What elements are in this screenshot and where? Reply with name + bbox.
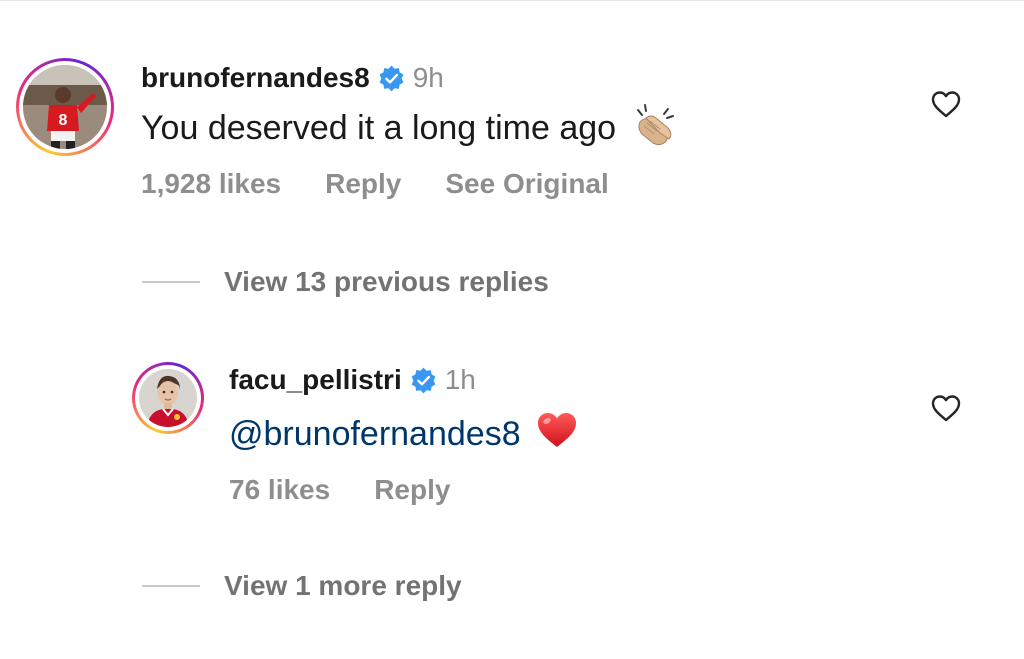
thread-divider xyxy=(142,281,200,283)
view-more-replies-button[interactable]: View 1 more reply xyxy=(142,566,462,606)
comment-header: facu_pellistri 1h xyxy=(229,360,476,400)
clapping-hands-icon xyxy=(630,100,678,157)
likes-count[interactable]: 1,928 likes xyxy=(141,168,281,200)
reply-button[interactable]: Reply xyxy=(374,474,450,506)
comment-facu_pellistri: facu_pellistri 1h @brunofernandes8 76 li… xyxy=(0,356,1024,526)
likes-count[interactable]: 76 likes xyxy=(229,474,330,506)
view-previous-replies-button[interactable]: View 13 previous replies xyxy=(142,262,549,302)
mention-link[interactable]: @brunofernandes8 xyxy=(229,415,521,454)
view-more-replies-label: View 1 more reply xyxy=(224,570,462,601)
comment-text: You deserved it a long time ago xyxy=(141,103,678,152)
red-heart-icon xyxy=(535,410,579,459)
avatar-story-ring[interactable]: 8 xyxy=(16,58,114,156)
comment-brunofernandes8: 8 brunofernandes8 9h You deserved it a l… xyxy=(0,52,1024,222)
avatar xyxy=(139,369,197,427)
comment-actions: 76 likes Reply xyxy=(229,474,494,506)
timestamp: 1h xyxy=(444,364,476,395)
timestamp: 9h xyxy=(412,62,444,93)
thread-divider xyxy=(142,585,200,587)
comment-text: @brunofernandes8 xyxy=(229,410,579,458)
comment-header: brunofernandes8 9h xyxy=(141,58,444,98)
comment-actions: 1,928 likes Reply See Original xyxy=(141,168,653,200)
avatar: 8 xyxy=(23,65,107,149)
reply-button[interactable]: Reply xyxy=(325,168,401,200)
top-divider xyxy=(0,0,1024,1)
username[interactable]: brunofernandes8 xyxy=(141,62,370,94)
verified-badge-icon xyxy=(378,65,405,92)
svg-text:8: 8 xyxy=(59,112,68,129)
verified-badge-icon xyxy=(410,367,437,394)
avatar-story-ring[interactable] xyxy=(132,362,204,434)
see-original-button[interactable]: See Original xyxy=(445,168,608,200)
like-heart-icon[interactable] xyxy=(930,89,962,119)
username[interactable]: facu_pellistri xyxy=(229,364,402,396)
view-previous-replies-label: View 13 previous replies xyxy=(224,266,549,297)
like-heart-icon[interactable] xyxy=(930,393,962,423)
comment-body: You deserved it a long time ago xyxy=(141,108,617,147)
